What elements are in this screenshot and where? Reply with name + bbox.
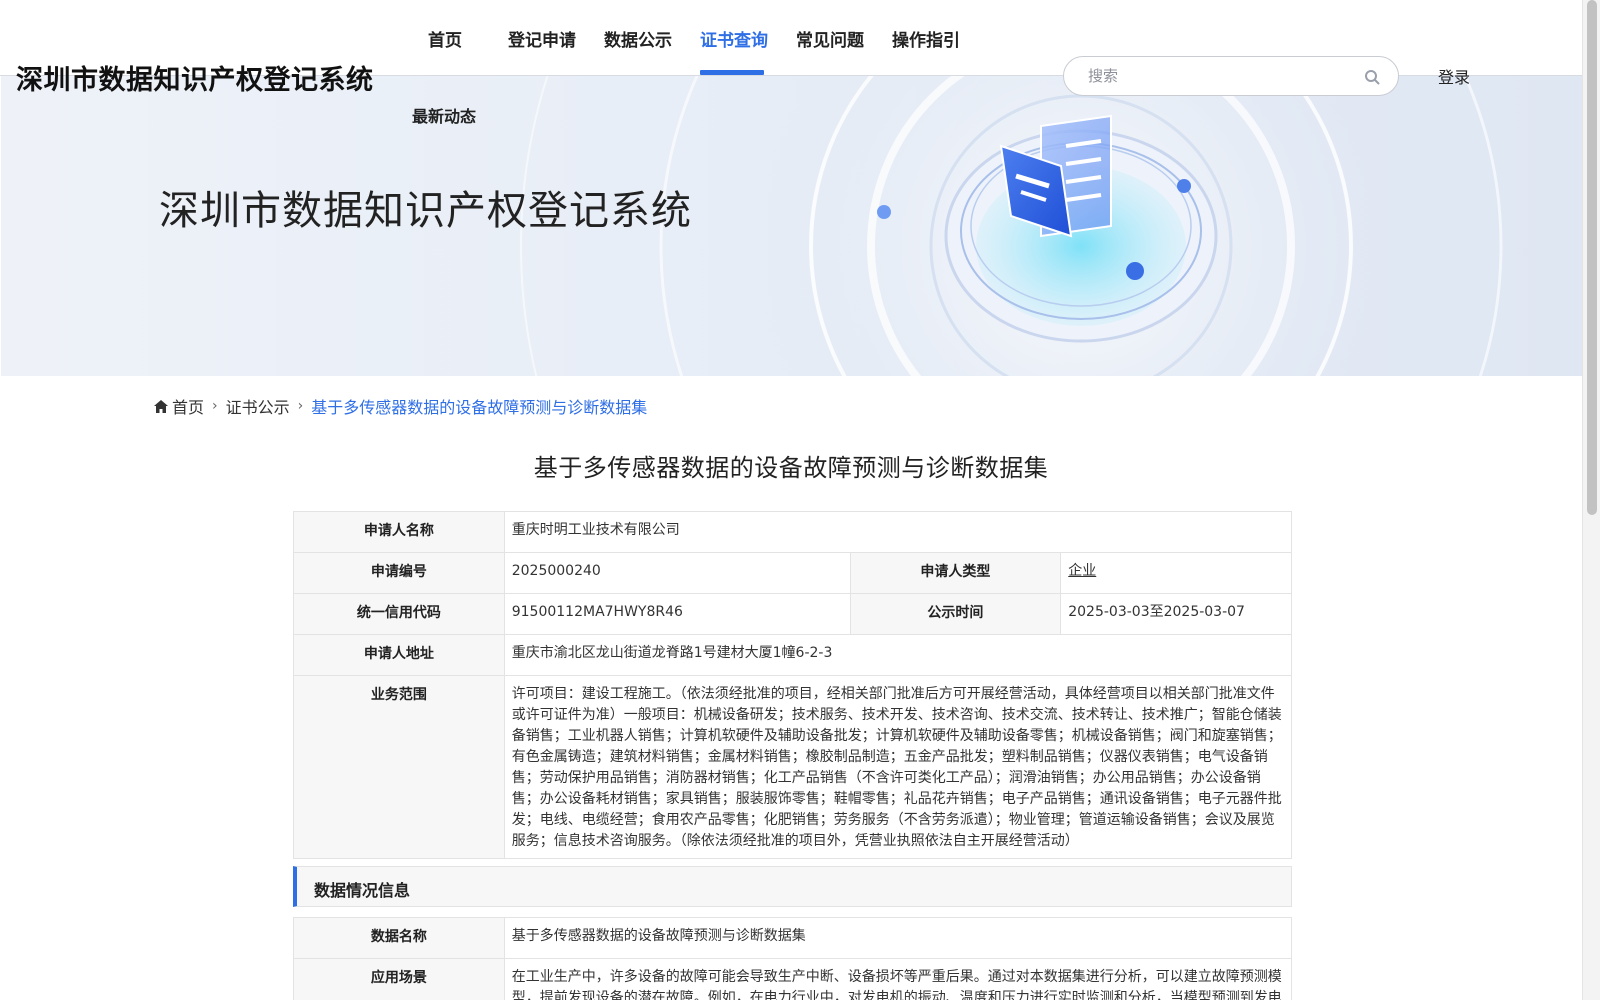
application-number-label: 申请编号 — [293, 552, 505, 594]
nav-data-publicity[interactable]: 数据公示 — [604, 26, 672, 51]
chevron-right-icon: › — [297, 398, 304, 414]
nav-home[interactable]: 首页 — [428, 26, 462, 51]
table-row: 数据名称 基于多传感器数据的设备故障预测与诊断数据集 — [293, 917, 1293, 959]
table-row: 应用场景 在工业生产中，许多设备的故障可能会导致生产中断、设备损坏等严重后果。通… — [293, 958, 1293, 1000]
data-info-table: 数据名称 基于多传感器数据的设备故障预测与诊断数据集 应用场景 在工业生产中，许… — [293, 917, 1293, 1000]
data-name-label: 数据名称 — [293, 917, 505, 959]
applicant-address-label: 申请人地址 — [293, 634, 505, 676]
breadcrumb-certificate-publicity[interactable]: 证书公示 — [226, 394, 290, 418]
nav-guide[interactable]: 操作指引 — [892, 26, 960, 51]
credit-code-value: 91500112MA7HWY8R46 — [503, 593, 851, 635]
publicity-time-label: 公示时间 — [849, 593, 1062, 635]
application-number-value: 2025000240 — [503, 552, 851, 594]
table-row: 申请编号 2025000240 申请人类型 企业 — [293, 552, 1292, 594]
search-box — [1063, 56, 1399, 96]
table-row: 申请人名称 重庆时明工业技术有限公司 — [293, 511, 1293, 553]
table-row: 业务范围 许可项目：建设工程施工。（依法须经批准的项目，经相关部门批准后方可开展… — [293, 675, 1293, 859]
applicant-address-value: 重庆市渝北区龙山街道龙脊路1号建材大厦1幢6-2-3 — [503, 634, 1293, 676]
applicant-type-value: 企业 — [1060, 552, 1292, 594]
applicant-info-table: 申请人名称 重庆时明工业技术有限公司 申请编号 2025000240 申请人类型… — [293, 511, 1293, 859]
nav-faq[interactable]: 常见问题 — [796, 26, 864, 51]
search-icon[interactable] — [1364, 69, 1380, 85]
table-row: 申请人地址 重庆市渝北区龙山街道龙脊路1号建材大厦1幢6-2-3 — [293, 634, 1293, 676]
credit-code-label: 统一信用代码 — [293, 593, 505, 635]
data-info-section-header: 数据情况信息 — [293, 866, 1292, 907]
chevron-right-icon: › — [212, 398, 218, 414]
breadcrumb-current: 基于多传感器数据的设备故障预测与诊断数据集 — [311, 398, 648, 417]
page-scrollbar[interactable] — [1582, 0, 1600, 1000]
nav-certificate-query[interactable]: 证书查询 — [700, 26, 768, 51]
nav-registration[interactable]: 登记申请 — [508, 26, 576, 51]
section-title: 数据情况信息 — [314, 881, 411, 900]
data-name-value: 基于多传感器数据的设备故障预测与诊断数据集 — [503, 917, 1293, 959]
nav-active-indicator — [700, 70, 764, 75]
nav-latest-news[interactable]: 最新动态 — [412, 103, 476, 127]
page-title: 基于多传感器数据的设备故障预测与诊断数据集 — [533, 454, 1049, 482]
applicant-name-label: 申请人名称 — [293, 511, 505, 553]
breadcrumb-home[interactable]: 首页 — [172, 394, 204, 418]
breadcrumb: 首页 › 证书公示 › 基于多传感器数据的设备故障预测与诊断数据集 — [154, 394, 647, 418]
application-scenario-label: 应用场景 — [293, 958, 505, 1000]
hero-banner: 深圳市数据知识产权登记系统 — [1, 76, 1582, 376]
publicity-time-value: 2025-03-03至2025-03-07 — [1060, 593, 1292, 635]
search-input[interactable] — [1088, 65, 1348, 87]
banner-title: 深圳市数据知识产权登记系统 — [159, 188, 692, 234]
business-scope-label: 业务范围 — [293, 675, 505, 859]
scrollbar-thumb[interactable] — [1587, 0, 1597, 515]
business-scope-value: 许可项目：建设工程施工。（依法须经批准的项目，经相关部门批准后方可开展经营活动，… — [503, 675, 1293, 859]
applicant-type-label: 申请人类型 — [849, 552, 1062, 594]
site-title[interactable]: 深圳市数据知识产权登记系统 — [16, 58, 374, 97]
home-icon — [154, 399, 168, 413]
table-row: 统一信用代码 91500112MA7HWY8R46 公示时间 2025-03-0… — [293, 593, 1292, 635]
applicant-name-value: 重庆时明工业技术有限公司 — [503, 511, 1293, 553]
login-link[interactable]: 登录 — [1438, 64, 1470, 88]
application-scenario-value: 在工业生产中，许多设备的故障可能会导致生产中断、设备损坏等严重后果。通过对本数据… — [503, 958, 1293, 1000]
